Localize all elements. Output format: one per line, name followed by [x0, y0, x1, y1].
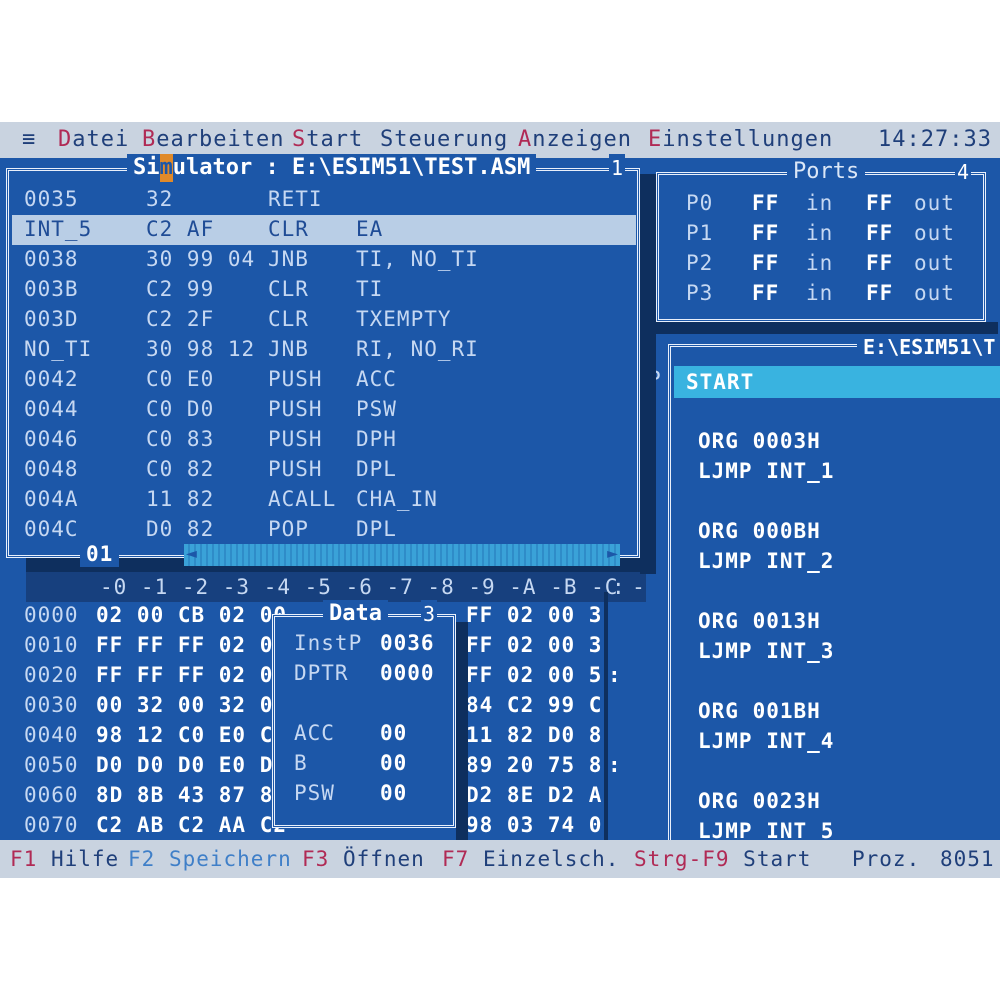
simulator-window-number: 1 [609, 154, 626, 182]
port-name: P1 [686, 221, 714, 245]
menu-anzeigen[interactable]: Anzeigen [518, 125, 632, 155]
data-window-title: Data [323, 600, 388, 628]
source-line: ORG 0013H [698, 609, 821, 633]
register-name: ACC [294, 721, 335, 745]
register-value: 00 [380, 751, 408, 775]
register-name: B [294, 751, 308, 775]
source-line: ORG 000BH [698, 519, 821, 543]
memory-header-end: : [612, 575, 626, 599]
clock: 14:27:33 [878, 127, 992, 152]
data-window-shadow [456, 622, 468, 840]
register-value: 00 [380, 781, 408, 805]
register-name: PSW [294, 781, 335, 805]
register-value: 0000 [380, 661, 435, 685]
simulator-shadow [640, 174, 656, 574]
source-line: LJMP INT_4 [698, 729, 835, 753]
processor-value: 8051 [940, 847, 995, 871]
register-name: InstP [294, 631, 363, 655]
line-indicator: 01 [80, 541, 120, 567]
register-name: DPTR [294, 661, 349, 685]
source-divider [604, 592, 608, 840]
source-line: LJMP INT_2 [698, 549, 835, 573]
source-header: START [686, 370, 755, 394]
hotkey-single-step[interactable]: F7 Einzelsch. [442, 844, 619, 874]
source-line: ORG 0023H [698, 789, 821, 813]
menu-steuerung[interactable]: Steuerung [380, 125, 508, 155]
scroll-right-icon[interactable]: ► [607, 541, 618, 567]
ports-shadow [656, 322, 998, 334]
scroll-left-icon[interactable]: ◄ [186, 541, 197, 567]
source-line: LJMP INT_3 [698, 639, 835, 663]
source-line: ORG 001BH [698, 699, 821, 723]
status-bar: F1 Hilfe F2 Speichern F3 Öffnen F7 Einze… [0, 840, 1000, 878]
emulator-screen: ≡ Datei Bearbeiten Start Steuerung Anzei… [0, 122, 1000, 878]
ports-window-title: Ports [787, 158, 866, 186]
simulator-window-title: Simulator : E:\ESIM51\TEST.ASM [127, 154, 537, 182]
hotkey-save[interactable]: F2 Speichern [128, 844, 292, 874]
port-name: P0 [686, 191, 714, 215]
register-value: 0036 [380, 631, 435, 655]
current-line-highlight [12, 215, 636, 245]
port-name: P2 [686, 251, 714, 275]
data-window-number: 3 [421, 600, 438, 628]
menu-bar: ≡ Datei Bearbeiten Start Steuerung Anzei… [0, 122, 1000, 158]
menu-start[interactable]: Start [292, 125, 363, 155]
menu-bearbeiten[interactable]: Bearbeiten [142, 125, 284, 155]
source-window[interactable]: E:\ESIM51\T [668, 333, 1000, 844]
menu-einstellungen[interactable]: Einstellungen [648, 125, 833, 155]
source-line: ORG 0003H [698, 429, 821, 453]
processor-label: Proz. [852, 847, 921, 871]
horizontal-scrollbar[interactable]: ◄ ► [184, 541, 620, 567]
port-name: P3 [686, 281, 714, 305]
hotkey-start[interactable]: Strg-F9 Start [634, 844, 811, 874]
system-menu-icon[interactable]: ≡ [22, 125, 36, 155]
menu-datei[interactable]: Datei [58, 125, 129, 155]
hotkey-help[interactable]: F1 Hilfe [10, 844, 119, 874]
source-window-path: E:\ESIM51\T [857, 333, 1000, 361]
source-line: LJMP INT_1 [698, 459, 835, 483]
hotkey-open[interactable]: F3 Öffnen [302, 844, 425, 874]
memory-header: -0 -1 -2 -3 -4 -5 -6 -7 -8 -9 -A -B -C - [100, 575, 646, 599]
ports-window-number: 4 [955, 158, 972, 186]
register-value: 00 [380, 721, 408, 745]
